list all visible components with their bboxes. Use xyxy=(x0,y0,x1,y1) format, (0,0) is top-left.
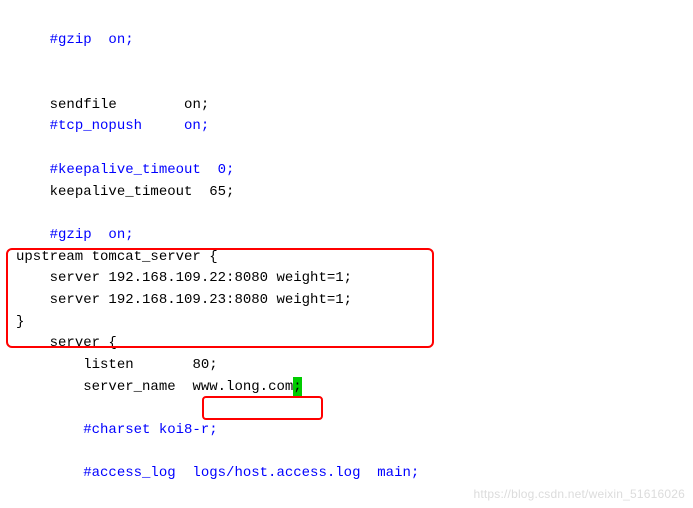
comment-tcp-nopush: #tcp_nopush on; xyxy=(50,118,210,134)
code-line: server 192.168.109.22:8080 weight=1; xyxy=(16,270,352,286)
comment-gzip-2: #gzip on; xyxy=(50,227,134,243)
comment-access-log: #access_log logs/host.access.log main; xyxy=(83,465,419,481)
server-open: server { xyxy=(50,335,117,351)
watermark-text: https://blog.csdn.net/weixin_51616026 xyxy=(473,485,685,504)
upstream-server-1: server 192.168.109.22:8080 weight=1; xyxy=(50,270,352,286)
code-line: #charset koi8-r; xyxy=(16,422,218,438)
directive-keepalive: keepalive_timeout xyxy=(50,184,193,200)
upstream-open: upstream tomcat_server { xyxy=(16,249,218,265)
upstream-server-2: server 192.168.109.23:8080 weight=1; xyxy=(50,292,352,308)
nginx-config-code: #gzip on; sendfile on; #tcp_nopush on; #… xyxy=(0,0,693,493)
code-line: listen 80; xyxy=(16,357,218,373)
code-line: server 192.168.109.23:8080 weight=1; xyxy=(16,292,352,308)
code-line: #gzip on; xyxy=(16,227,134,243)
comment-charset: #charset koi8-r; xyxy=(83,422,217,438)
code-line: server { xyxy=(16,335,117,351)
directive-listen: listen xyxy=(83,357,133,373)
comment-keepalive-0: #keepalive_timeout 0; xyxy=(50,162,235,178)
value-65: 65; xyxy=(209,184,234,200)
comment-gzip: #gzip on; xyxy=(50,32,134,48)
directive-server-name: server_name xyxy=(83,379,175,395)
code-line: } xyxy=(16,314,24,330)
directive-sendfile: sendfile xyxy=(50,97,117,113)
code-line: keepalive_timeout 65; xyxy=(16,184,234,200)
value-80: 80; xyxy=(192,357,217,373)
cursor-highlight: ; xyxy=(293,377,301,399)
code-line: #gzip on; xyxy=(16,32,134,48)
code-line: sendfile on; xyxy=(16,97,209,113)
code-line: server_name www.long.com; xyxy=(16,379,302,395)
code-line: #access_log logs/host.access.log main; xyxy=(16,465,419,481)
code-line: #tcp_nopush on; xyxy=(16,118,209,134)
value-servername: www.long.com xyxy=(192,379,293,395)
value-on: on; xyxy=(184,97,209,113)
code-line: upstream tomcat_server { xyxy=(16,249,218,265)
upstream-close: } xyxy=(16,314,24,330)
code-line: #keepalive_timeout 0; xyxy=(16,162,234,178)
